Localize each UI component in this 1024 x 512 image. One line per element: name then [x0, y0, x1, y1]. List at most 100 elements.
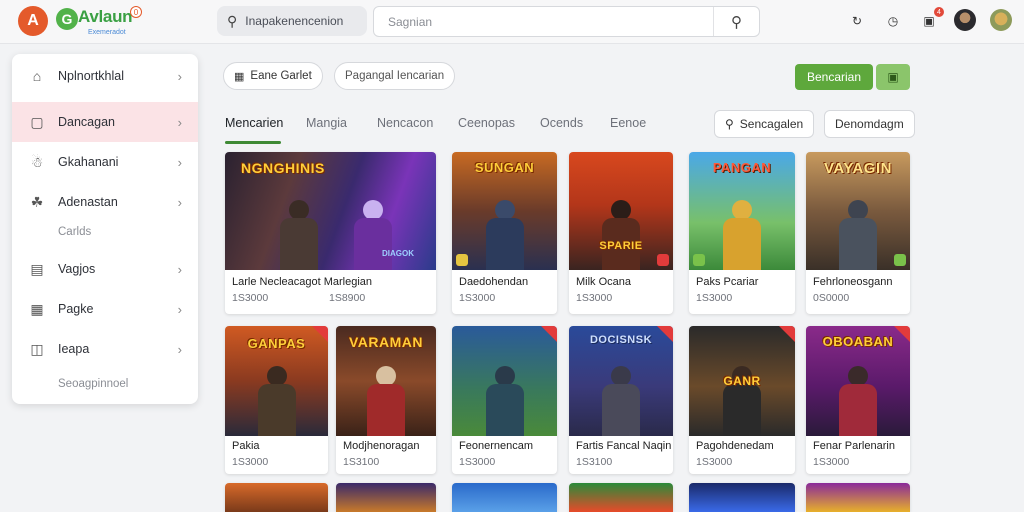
sidebar-item-box[interactable]: ◫ Ieapa › [12, 329, 198, 369]
character-art [482, 200, 528, 270]
sidebar-item-label: Gkahanani [58, 155, 119, 169]
game-card[interactable]: GANR Pagohdenedam 1S3000 [689, 326, 795, 474]
tag-icon: ▦ [234, 70, 245, 83]
tab-1[interactable]: Mencarien [225, 116, 283, 130]
chevron-right-icon: › [177, 261, 182, 277]
game-card-image: NGNGHINIS DIAGOK [225, 152, 436, 270]
game-art-title: SPARIE [599, 240, 643, 252]
tab-4[interactable]: Ceenopas [458, 116, 515, 130]
game-art-title: GANPAS [247, 336, 306, 351]
avatar[interactable] [954, 9, 976, 31]
platform-badge-icon [456, 254, 468, 266]
game-card[interactable] [806, 483, 910, 512]
sidebar-item-label: Nplnortkhlal [58, 69, 125, 83]
sort-label: Sencagalen [739, 117, 804, 131]
character-art [482, 366, 528, 436]
game-card[interactable] [689, 483, 795, 512]
game-card[interactable] [569, 483, 673, 512]
magnifier-icon: ⚲ [731, 13, 742, 31]
game-card[interactable]: VARAMAN Modjhenoragan 1S3100 [336, 326, 436, 474]
search-input[interactable] [374, 7, 714, 36]
tab-3[interactable]: Nencacon [377, 116, 433, 130]
character-art [835, 200, 881, 270]
home-icon: ⌂ [32, 68, 42, 84]
app-logo-icon[interactable]: A [18, 6, 48, 36]
sidebar-item-pages[interactable]: ▦ Pagke › [12, 289, 198, 329]
game-title: Feonernencam [459, 440, 533, 452]
game-card-image: PANGAN [689, 152, 795, 270]
game-card[interactable]: VAYAGIN Fehrloneosgann 0S0000 [806, 152, 910, 314]
sidebar-item-label: Dancagan [58, 115, 115, 129]
game-card[interactable]: NGNGHINIS DIAGOK Larle Necleacagot Marle… [225, 152, 436, 314]
gamepad-icon: ☃ [30, 153, 44, 170]
clock-icon[interactable]: ◷ [882, 10, 904, 32]
sidebar-item-label: Ieapa [58, 342, 90, 356]
sidebar-item-label: Adenastan [58, 195, 118, 209]
sidebar-sub-cards[interactable]: Carlds [58, 226, 91, 238]
game-card[interactable]: SPARIE Milk Ocana 1S3000 [569, 152, 673, 314]
game-card[interactable] [225, 483, 328, 512]
tab-2[interactable]: Mangia [306, 116, 347, 130]
game-card-image: VAYAGIN [806, 152, 910, 270]
brand-logo[interactable]: G Avlaun 0 Exemeradot [56, 6, 142, 38]
refresh-icon[interactable]: ↻ [846, 10, 868, 32]
brand-subtitle: Exemeradot [88, 29, 126, 36]
game-meta: 0S0000 [813, 292, 850, 304]
primary-action-button[interactable]: Bencarian [795, 64, 873, 90]
game-card[interactable]: OBOABAN Fenar Parlenarin 1S3000 [806, 326, 910, 474]
sidebar-item-label: Vagjos [58, 262, 96, 276]
game-title: Modjhenoragan [343, 440, 420, 452]
search-icon: ⚲ [227, 12, 238, 29]
platform-badge-icon [894, 254, 906, 266]
game-card[interactable]: PANGAN Paks Pcariar 1S3000 [689, 152, 795, 314]
game-card-image: GANPAS [225, 326, 328, 436]
chip-icon[interactable]: ▣ [876, 64, 910, 90]
top-bar: A G Avlaun 0 Exemeradot ⚲ Inapakenenceni… [0, 0, 1024, 44]
character-art [598, 366, 644, 436]
filter-pill-primary[interactable]: ▦ Eane Garlet [223, 62, 323, 90]
bell-icon[interactable]: ▣ 4 [918, 7, 944, 32]
game-card[interactable] [336, 483, 436, 512]
platform-badge-icon [657, 254, 669, 266]
game-card[interactable]: SUNGAN Daedohendan 1S3000 [452, 152, 557, 314]
game-card-image [452, 326, 557, 436]
brand-name: Avlaun [78, 7, 133, 26]
game-card-image: GANR [689, 326, 795, 436]
chevron-right-icon: › [177, 341, 182, 357]
search-button[interactable]: ⚲ [713, 7, 759, 36]
active-tab-indicator [225, 141, 281, 144]
character-art [598, 200, 644, 270]
chevron-right-icon: › [177, 68, 182, 84]
puzzle-icon: ☘ [30, 193, 44, 210]
game-meta: 1S3100 [576, 456, 613, 468]
game-card[interactable]: GANPAS Pakia 1S3000 [225, 326, 328, 474]
profile-icon[interactable] [990, 9, 1012, 31]
game-meta: 1S3000 [696, 456, 733, 468]
game-art-title: VAYAGIN [824, 160, 892, 177]
quick-search-label: Inapakenencenion [245, 14, 344, 28]
game-art-title: PANGAN [712, 160, 772, 175]
game-card[interactable]: Feonernencam 1S3000 [452, 326, 557, 474]
sidebar-item-active[interactable]: ▢ Dancagan › [12, 102, 198, 142]
filter-pill-secondary[interactable]: Pagangal Iencarian [334, 62, 456, 90]
game-art-subtitle: DIAGOK [382, 249, 414, 258]
game-title: Fehrloneosgann [813, 276, 893, 288]
sidebar-item-home[interactable]: ⌂ Nplnortkhlal › [12, 56, 198, 96]
tab-6[interactable]: Eenoe [610, 116, 646, 130]
game-card-image: SPARIE [569, 152, 673, 270]
sidebar-item-puzzles[interactable]: ☘ Adenastan › [12, 182, 198, 222]
sort-button[interactable]: ⚲ Sencagalen [714, 110, 815, 138]
quick-search[interactable]: ⚲ Inapakenencenion [217, 6, 367, 36]
game-card[interactable]: DOCISNSK Fartis Fancal Naqin 1S3100 [569, 326, 673, 474]
menu-dropdown-button[interactable]: Denomdagm [824, 110, 915, 138]
sidebar-item-videos[interactable]: ▤ Vagjos › [12, 249, 198, 289]
game-card[interactable] [452, 483, 557, 512]
game-art-title: OBOABAN [822, 334, 894, 349]
menu-dropdown-label: Denomdagm [835, 117, 904, 131]
chevron-right-icon: › [177, 301, 182, 317]
sidebar-item-games[interactable]: ☃ Gkahanani › [12, 142, 198, 182]
tab-5[interactable]: Ocends [540, 116, 583, 130]
brand-badge: 0 [130, 6, 142, 18]
sidebar-footer-link[interactable]: Seoagpinnoel [58, 378, 128, 390]
box-icon: ◫ [30, 340, 44, 357]
